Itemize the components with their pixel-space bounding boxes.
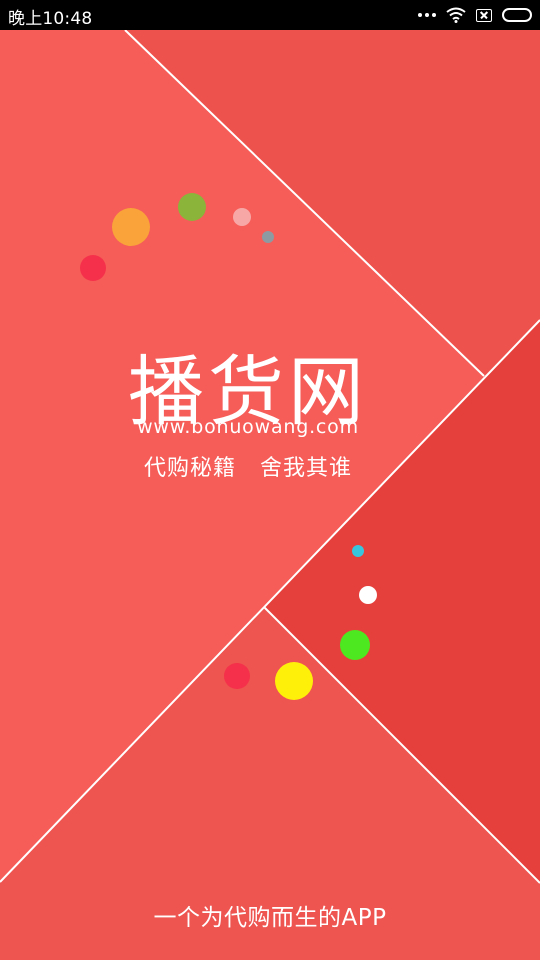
footer-tagline: 一个为代购而生的APP (153, 905, 387, 931)
dot-green (340, 630, 370, 660)
status-bar: 晚上10:48 (0, 0, 540, 30)
dot-olive (178, 193, 206, 221)
dot-red-2 (224, 663, 250, 689)
splash-screen: 晚上10:48 播货网 www.bohuowang.com 代购秘籍 舍我其谁 … (0, 0, 540, 960)
dot-pink (233, 208, 251, 226)
status-icons (418, 6, 532, 24)
slogan-right: 舍我其谁 (260, 456, 353, 481)
dot-white (359, 586, 377, 604)
splash-content: 播货网 www.bohuowang.com 代购秘籍 舍我其谁 一个为代购而生的A… (0, 30, 540, 960)
slogan-left: 代购秘籍 (143, 456, 236, 481)
background-graphic (0, 30, 540, 960)
no-sim-icon (476, 8, 492, 22)
status-time: 晚上10:48 (8, 9, 93, 29)
dot-orange (112, 208, 150, 246)
battery-icon (502, 8, 532, 22)
dot-cyan (352, 545, 364, 557)
wifi-icon (446, 7, 466, 23)
dot-gray (262, 231, 274, 243)
dot-yellow (275, 662, 313, 700)
more-dots-icon (418, 13, 436, 17)
brand-slogan: 代购秘籍 舍我其谁 (0, 450, 496, 482)
brand-url: www.bohuowang.com (137, 416, 359, 438)
dot-red-1 (80, 255, 106, 281)
